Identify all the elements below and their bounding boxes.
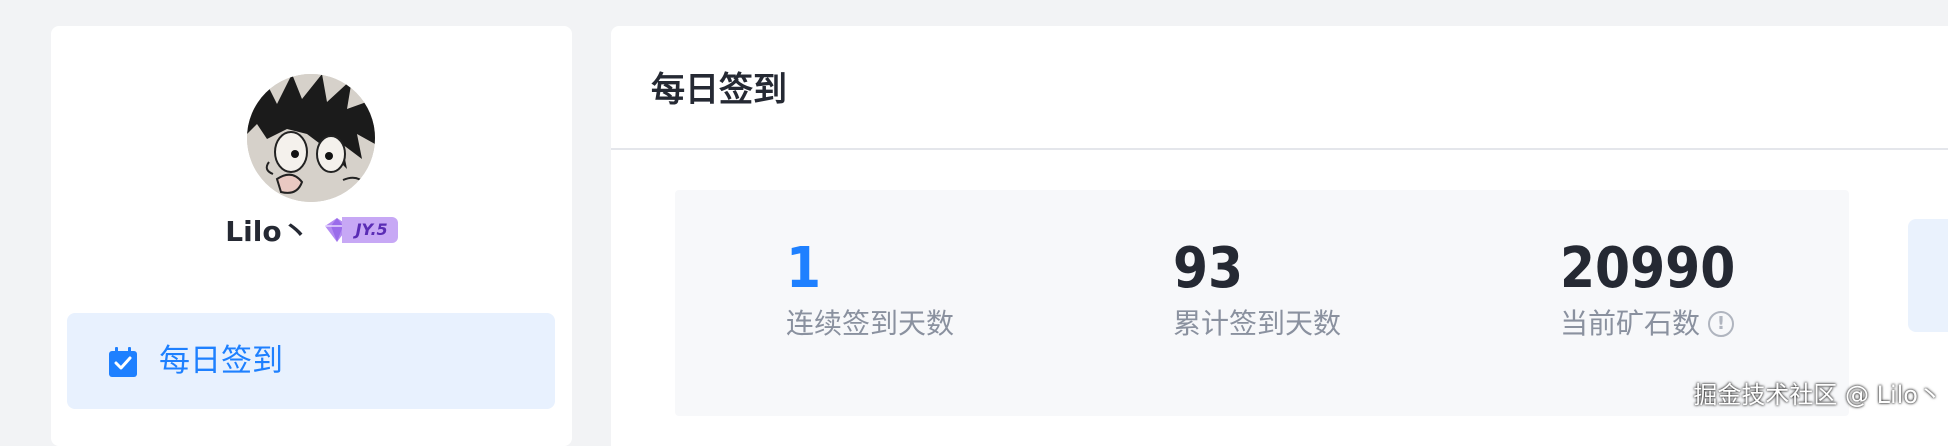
page-title: 每日签到	[651, 68, 787, 112]
stat-label: 累计签到天数	[1173, 306, 1341, 342]
main-header: 每日签到	[611, 26, 1948, 150]
stat-label: 连续签到天数	[786, 306, 954, 342]
stat-total-days: 93 累计签到天数	[1173, 236, 1341, 342]
calendar-check-icon	[109, 347, 137, 377]
username[interactable]: Lilo丶	[225, 210, 309, 250]
side-panel-edge	[1908, 219, 1948, 332]
level-badge[interactable]: JY.5	[322, 215, 398, 245]
level-label: JY.5	[342, 217, 398, 243]
stat-value: 20990	[1560, 236, 1735, 302]
stat-current-ore: 20990 当前矿石数 !	[1560, 236, 1735, 342]
stat-label-text: 当前矿石数	[1560, 306, 1700, 342]
avatar[interactable]	[247, 74, 375, 202]
stat-value: 93	[1173, 236, 1341, 302]
sidebar-item-daily-checkin[interactable]: 每日签到	[67, 313, 555, 409]
user-info-row: Lilo丶 JY.5	[51, 210, 572, 250]
avatar-image	[247, 74, 375, 202]
stat-value: 1	[786, 236, 954, 302]
stat-label-text: 连续签到天数	[786, 306, 954, 342]
stat-label: 当前矿石数 !	[1560, 306, 1735, 342]
stat-label-text: 累计签到天数	[1173, 306, 1341, 342]
stat-consecutive-days: 1 连续签到天数	[786, 236, 954, 342]
info-icon[interactable]: !	[1708, 311, 1734, 337]
watermark: 掘金技术社区 @ Lilo丶	[1693, 380, 1942, 410]
sidebar-item-label: 每日签到	[159, 341, 283, 381]
user-sidebar: Lilo丶 JY.5 每日签到	[51, 26, 572, 446]
checkin-stats-card: 1 连续签到天数 93 累计签到天数 20990 当前矿石数 !	[675, 190, 1849, 416]
